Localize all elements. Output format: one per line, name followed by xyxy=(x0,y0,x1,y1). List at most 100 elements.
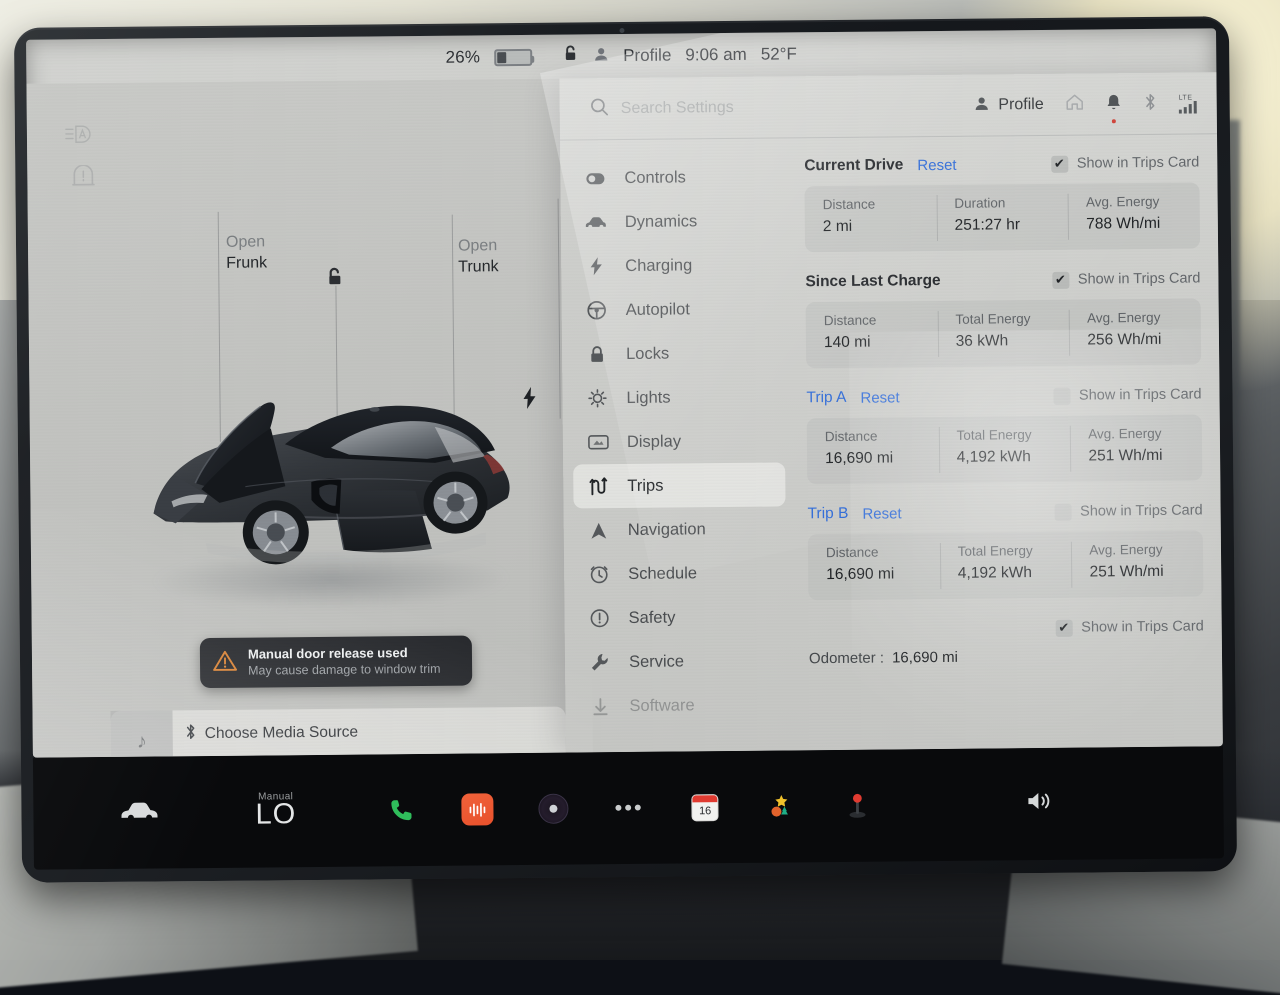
reset-button[interactable]: Reset xyxy=(862,505,901,522)
trip-stat-value: 36 kWh xyxy=(956,332,1070,351)
trip-stat-cell: Avg. Energy251 Wh/mi xyxy=(1070,414,1202,481)
climate-control-button[interactable]: Manual LO xyxy=(255,791,296,831)
toggle-icon xyxy=(584,172,606,185)
open-frunk-button[interactable]: Open Frunk xyxy=(226,231,267,273)
trip-stat-label: Total Energy xyxy=(955,311,1069,327)
trip-stat-value: 2 mi xyxy=(823,217,937,236)
navigation-app-icon[interactable] xyxy=(840,789,874,823)
trip-stat-card: Distance 16,690 miTotal Energy4,192 kWhAv… xyxy=(808,530,1204,600)
settings-header-actions: Profile xyxy=(973,72,1199,136)
unlocked-padlock-icon[interactable] xyxy=(325,267,345,294)
show-in-trips-card-toggle[interactable]: ✔Show in Trips Card xyxy=(1055,618,1204,636)
show-in-trips-card-toggle[interactable]: Show in Trips Card xyxy=(1054,502,1203,520)
search-input[interactable] xyxy=(621,97,921,118)
profile-person-icon[interactable] xyxy=(593,46,609,67)
nav-arrow-icon xyxy=(588,521,610,540)
trips-content: Current DriveReset✔Show in Trips CardDis… xyxy=(792,134,1223,750)
calendar-day-label: 16 xyxy=(693,802,718,820)
sidebar-item-autopilot[interactable]: Autopilot xyxy=(571,286,783,332)
trip-section-title[interactable]: Trip B xyxy=(808,505,849,523)
sidebar-item-software[interactable]: Software xyxy=(575,682,787,728)
trip-stat-label: Distance xyxy=(826,544,940,560)
sidebar-item-charging[interactable]: Charging xyxy=(571,242,783,288)
bell-icon[interactable] xyxy=(1106,93,1122,116)
trip-stat-cell: Duration251:27 hr xyxy=(936,184,1068,251)
trip-stat-label: Total Energy xyxy=(958,543,1072,559)
more-apps-icon[interactable]: ••• xyxy=(612,791,646,825)
sidebar-item-display[interactable]: Display xyxy=(573,418,785,464)
sidebar-item-trips[interactable]: Trips xyxy=(573,462,785,508)
sidebar-item-label: Locks xyxy=(626,344,669,363)
trip-stat-cell: Total Energy4,192 kWh xyxy=(939,532,1071,599)
reset-button[interactable]: Reset xyxy=(917,156,956,173)
sidebar-item-service[interactable]: Service xyxy=(575,638,787,684)
settings-profile-button[interactable]: Profile xyxy=(973,94,1044,116)
lte-signal-icon[interactable]: LTE xyxy=(1179,94,1199,113)
wrench-icon xyxy=(589,652,611,672)
checkbox-unchecked-icon[interactable] xyxy=(1053,387,1070,404)
sidebar-item-label: Trips xyxy=(627,476,663,495)
phone-app-icon[interactable] xyxy=(384,793,418,827)
trip-section-header: Trip B Reset Show in Trips Card xyxy=(807,496,1202,528)
trip-stat-cell: Distance140 mi xyxy=(806,301,938,368)
odometer-header: ✔Show in Trips Card xyxy=(809,612,1204,644)
exclamation-circle-icon xyxy=(589,608,611,628)
trip-stat-card: Distance2 miDuration251:27 hrAvg. Energy… xyxy=(804,182,1200,252)
car-side-icon xyxy=(585,215,607,229)
trip-stat-value: 16,690 mi xyxy=(826,565,940,584)
trip-stat-cell: Distance 16,690 mi xyxy=(808,533,940,600)
show-in-trips-card-toggle[interactable]: Show in Trips Card xyxy=(1053,386,1202,404)
trip-stat-cell: Distance2 mi xyxy=(804,185,936,252)
trip-section-title[interactable]: Trip A xyxy=(806,389,846,407)
trip-stat-cell: Avg. Energy251 Wh/mi xyxy=(1071,530,1203,597)
trip-stat-label: Distance xyxy=(825,428,939,444)
car-front-icon[interactable] xyxy=(119,799,159,826)
sidebar-item-safety[interactable]: Safety xyxy=(574,594,786,640)
games-app-icon[interactable] xyxy=(764,789,798,823)
trip-section-header: Trip A Reset Show in Trips Card xyxy=(806,380,1201,412)
profile-person-icon xyxy=(973,95,989,116)
sidebar-item-dynamics[interactable]: Dynamics xyxy=(571,198,783,244)
sidebar-item-schedule[interactable]: Schedule xyxy=(574,550,786,596)
checkbox-checked-icon[interactable]: ✔ xyxy=(1052,271,1069,288)
settings-header: Profile xyxy=(559,72,1217,140)
music-note-icon: ♪ xyxy=(110,710,173,757)
trip-stat-card: Distance140 mi Total Energy 36 kWhAvg. Ene… xyxy=(806,298,1202,368)
calendar-app-icon[interactable]: 16 xyxy=(688,790,722,824)
dashcam-app-icon[interactable] xyxy=(536,792,570,826)
speaker-volume-icon[interactable] xyxy=(1025,788,1053,819)
trip-stat-value: 251 Wh/mi xyxy=(1089,562,1203,581)
open-trunk-target: Trunk xyxy=(458,256,499,277)
trips-road-icon xyxy=(587,477,609,496)
home-icon[interactable] xyxy=(1066,94,1084,116)
choose-media-source-button[interactable]: Choose Media Source xyxy=(185,722,359,746)
reset-button[interactable]: Reset xyxy=(860,389,899,406)
steering-wheel-icon xyxy=(586,300,608,320)
open-trunk-action: Open xyxy=(458,235,499,256)
search-settings-field[interactable] xyxy=(590,94,921,121)
sidebar-item-locks[interactable]: Locks xyxy=(572,330,784,376)
tesla-touchscreen-bezel: 26% Profile 9:06 am 52°F xyxy=(14,16,1237,883)
show-in-trips-card-toggle[interactable]: ✔Show in Trips Card xyxy=(1051,154,1200,172)
media-app-icon[interactable] xyxy=(460,792,494,826)
manual-door-release-toast[interactable]: Manual door release used May cause damag… xyxy=(200,635,472,688)
unlocked-padlock-icon[interactable] xyxy=(562,44,579,68)
sidebar-item-lights[interactable]: Lights xyxy=(572,374,784,420)
toast-title: Manual door release used xyxy=(248,645,441,663)
trip-stat-cell: Avg. Energy256 Wh/mi xyxy=(1069,298,1201,365)
trip-stat-label: Duration xyxy=(954,195,1068,211)
toast-subtitle: May cause damage to window trim xyxy=(248,661,441,679)
trip-stat-cell: Avg. Energy788 Wh/mi xyxy=(1068,182,1200,249)
sidebar-item-navigation[interactable]: Navigation xyxy=(574,506,786,552)
profile-label[interactable]: Profile xyxy=(623,46,671,66)
media-source-label: Choose Media Source xyxy=(205,724,359,743)
bluetooth-icon[interactable] xyxy=(1144,92,1157,115)
show-in-trips-card-toggle[interactable]: ✔Show in Trips Card xyxy=(1052,270,1201,288)
sidebar-item-controls[interactable]: Controls xyxy=(570,154,782,200)
checkbox-checked-icon[interactable]: ✔ xyxy=(1055,619,1072,636)
checkbox-checked-icon[interactable]: ✔ xyxy=(1051,155,1068,172)
checkbox-unchecked-icon[interactable] xyxy=(1054,503,1071,520)
open-trunk-button[interactable]: Open Trunk xyxy=(458,235,499,277)
media-player: ♪ Choose Media Source xyxy=(110,707,566,758)
vehicle-3d-render[interactable] xyxy=(134,334,536,598)
